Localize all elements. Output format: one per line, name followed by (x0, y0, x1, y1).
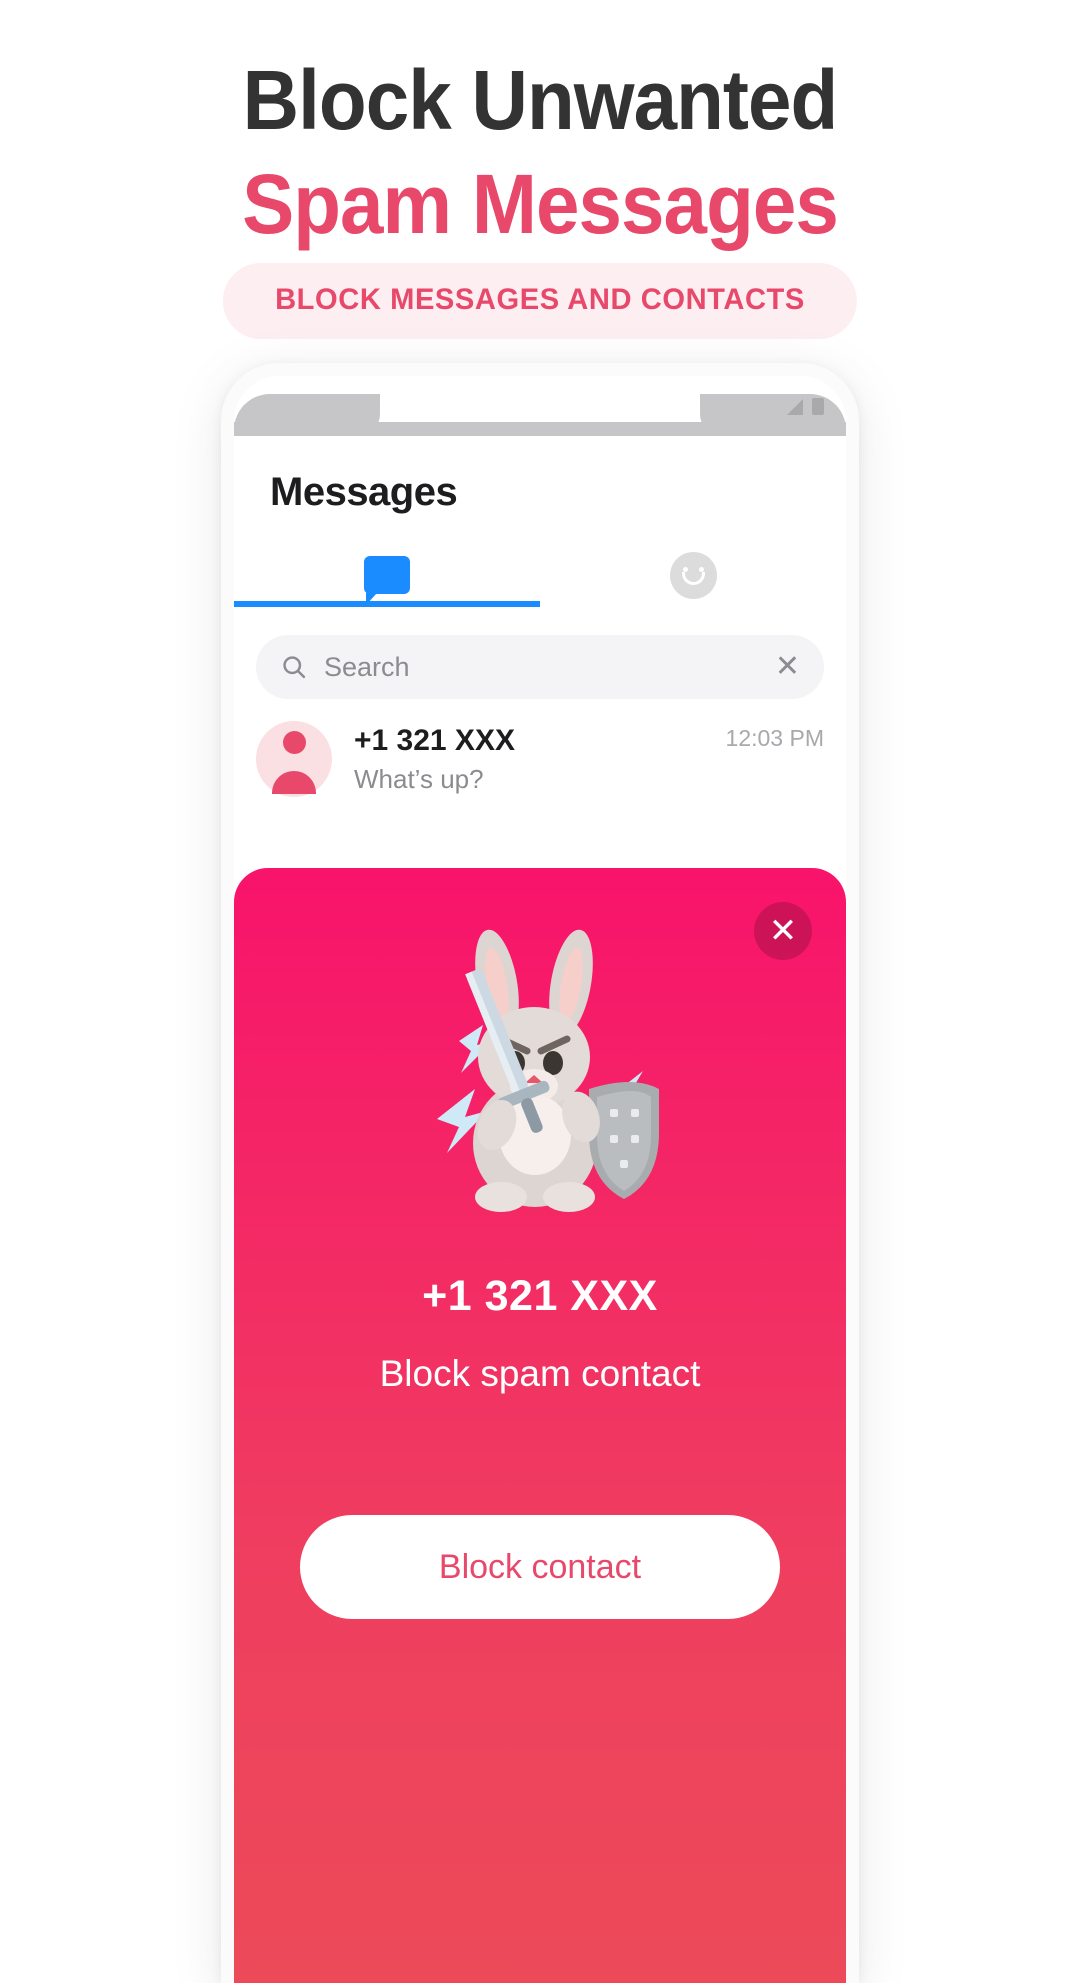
chat-bubble-icon (364, 556, 410, 605)
search-clear-icon[interactable]: ✕ (775, 652, 800, 682)
phone-mockup: Messages Search ✕ +1 321 XXX What’s up? … (221, 363, 859, 1983)
tab-active-indicator (234, 601, 540, 607)
smiley-face-icon (669, 551, 717, 599)
signal-triangle-icon (787, 399, 803, 415)
promo-badge: BLOCK MESSAGES AND CONTACTS (222, 263, 858, 339)
status-bar-icons (787, 398, 824, 415)
promo-headline: Block Unwanted Spam Messages (0, 52, 1080, 252)
promo-badge-label: BLOCK MESSAGES AND CONTACTS (275, 283, 805, 316)
conversation-text: +1 321 XXX What’s up? (354, 724, 726, 795)
block-contact-card: ✕ +1 321 XXX Block spam contact Block co… (234, 868, 846, 1983)
conversation-time: 12:03 PM (725, 725, 824, 751)
status-bar-bottom-shape (234, 422, 846, 436)
status-bar (234, 376, 846, 436)
search-icon (283, 656, 306, 679)
card-subtitle: Block spam contact (379, 1353, 701, 1394)
block-contact-button[interactable]: Block contact (300, 1515, 780, 1619)
conversation-snippet: What’s up? (354, 763, 484, 794)
card-close-button[interactable]: ✕ (754, 902, 812, 960)
tab-chat[interactable] (234, 543, 540, 607)
conversation-name: +1 321 XXX (354, 723, 515, 757)
headline-line-2: Spam Messages (242, 157, 839, 251)
search-bar[interactable]: Search ✕ (256, 635, 824, 699)
block-contact-button-label: Block contact (438, 1547, 642, 1586)
app-title: Messages (270, 470, 458, 514)
phone-screen: Messages Search ✕ +1 321 XXX What’s up? … (234, 376, 846, 1983)
conversation-row[interactable]: +1 321 XXX What’s up? 12:03 PM (234, 699, 846, 797)
battery-icon (812, 398, 824, 415)
search-input[interactable]: Search (324, 652, 775, 683)
tab-bar (234, 543, 846, 607)
person-avatar-icon (256, 721, 332, 797)
bunny-knight-mascot-icon (234, 916, 846, 1246)
tab-emoji[interactable] (540, 543, 846, 607)
headline-line-1: Block Unwanted (242, 53, 839, 147)
card-phone-number: +1 321 XXX (422, 1272, 658, 1320)
close-x-icon: ✕ (768, 912, 798, 950)
